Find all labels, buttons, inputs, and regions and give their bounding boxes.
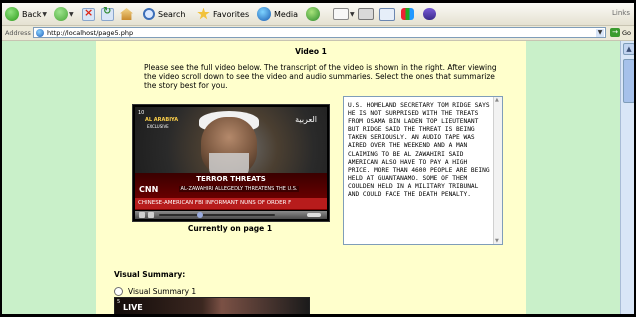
scroll-thumb[interactable]	[623, 59, 634, 103]
visual-summary-option-1[interactable]: Visual Summary 1	[114, 287, 196, 296]
visual-summary-radio[interactable]	[114, 287, 123, 296]
stop-button[interactable]	[82, 6, 95, 22]
print-icon	[358, 8, 374, 20]
edit-button[interactable]	[379, 6, 395, 22]
video-player[interactable]: 10 AL ARABIYA EXCLUSIVE العربية TERROR T…	[132, 104, 330, 222]
current-page-label: Currently on page 1	[187, 224, 273, 233]
thumbnail-live-label: LIVE	[123, 303, 143, 312]
address-bar: Address http://localhost/page5.php ▼ → G…	[2, 26, 634, 41]
home-button[interactable]	[120, 6, 133, 22]
address-dropdown-icon[interactable]: ▼	[596, 29, 604, 37]
refresh-icon	[101, 6, 114, 21]
media-label: Media	[274, 9, 299, 19]
news-ticker: CHINESE-AMERICAN FBI INFORMANT NUNS OF O…	[135, 198, 327, 209]
messenger-button[interactable]	[401, 6, 414, 22]
volume-slider[interactable]	[307, 213, 321, 217]
history-icon	[306, 7, 320, 21]
history-button[interactable]	[306, 6, 320, 22]
video-title: Video 1	[295, 47, 327, 56]
mail-button[interactable]: ▼	[333, 6, 355, 22]
page-scrollbar[interactable]: ▲	[620, 41, 634, 314]
forward-dropdown-icon[interactable]: ▼	[69, 11, 74, 18]
address-input[interactable]: http://localhost/page5.php ▼	[33, 27, 606, 38]
content-area: Video 1 Please see the full video below.…	[96, 41, 526, 314]
video-controls	[135, 211, 327, 219]
seek-handle[interactable]	[197, 212, 203, 218]
seek-bar[interactable]	[159, 212, 275, 218]
transcript-scrollbar[interactable]	[493, 97, 502, 244]
stop-icon	[82, 6, 95, 21]
thumbnail-number: 5	[117, 299, 121, 305]
favorites-label: Favorites	[213, 9, 250, 19]
mail-dropdown-icon[interactable]: ▼	[350, 11, 355, 18]
back-button[interactable]: Back ▼	[5, 6, 47, 22]
visual-summary-thumbnail[interactable]: 5 LIVE	[114, 297, 310, 314]
search-label: Search	[158, 9, 186, 19]
video-badge: 10	[138, 110, 145, 116]
mail-icon	[333, 8, 349, 20]
stop-playback-button[interactable]	[148, 212, 154, 218]
video-frame[interactable]: 10 AL ARABIYA EXCLUSIVE العربية TERROR T…	[135, 107, 327, 210]
screen-frame: Back ▼ ▼ Search Favorites	[0, 0, 636, 317]
back-arrow-icon	[5, 7, 19, 21]
cnn-logo: CNN	[139, 185, 159, 194]
forward-arrow-icon	[54, 7, 68, 21]
refresh-button[interactable]	[101, 6, 114, 22]
visual-summary-option-label: Visual Summary 1	[128, 287, 197, 296]
web-page: Video 1 Please see the full video below.…	[2, 41, 620, 314]
lower-third-subtitle: AL-ZAWAHIRI ALLEGEDLY THREATENS THE U.S.	[179, 186, 299, 192]
go-arrow-icon: →	[610, 28, 620, 37]
media-button[interactable]: Media	[257, 6, 298, 22]
browser-toolbar: Back ▼ ▼ Search Favorites	[2, 3, 634, 26]
research-icon	[423, 8, 436, 20]
search-icon	[143, 8, 155, 20]
favorites-star-icon	[197, 7, 210, 20]
transcript-textarea[interactable]: U.S. HOMELAND SECRETARY TOM RIDGE SAYS H…	[343, 96, 503, 245]
media-icon	[257, 7, 271, 21]
print-button[interactable]	[358, 6, 374, 22]
go-label: Go	[622, 28, 632, 37]
arabic-channel-logo: العربية	[295, 115, 317, 124]
play-button[interactable]	[139, 212, 145, 218]
back-dropdown-icon[interactable]: ▼	[42, 11, 47, 18]
address-label: Address	[5, 29, 31, 37]
ie-page-icon	[36, 29, 44, 37]
exclusive-label: EXCLUSIVE	[147, 124, 169, 129]
lower-third-title: TERROR THREATS	[196, 175, 266, 183]
visual-summary-heading: Visual Summary:	[114, 270, 186, 279]
research-button[interactable]	[423, 6, 436, 22]
home-icon	[120, 8, 133, 20]
messenger-icon	[401, 8, 414, 20]
address-url: http://localhost/page5.php	[47, 29, 134, 37]
search-button[interactable]: Search	[143, 6, 185, 22]
browser-window: Back ▼ ▼ Search Favorites	[2, 3, 634, 314]
go-button[interactable]: → Go	[610, 28, 631, 37]
transcript-text: U.S. HOMELAND SECRETARY TOM RIDGE SAYS H…	[348, 102, 490, 199]
al-arabiya-logo: AL ARABIYA	[145, 117, 179, 123]
instructions-text: Please see the full video below. The tra…	[144, 63, 497, 90]
scroll-up-icon[interactable]: ▲	[623, 43, 634, 55]
favorites-button[interactable]: Favorites	[197, 6, 249, 22]
links-button[interactable]: Links	[612, 9, 630, 17]
edit-icon	[379, 7, 395, 21]
forward-button[interactable]: ▼	[54, 6, 74, 22]
back-label: Back	[22, 9, 42, 19]
